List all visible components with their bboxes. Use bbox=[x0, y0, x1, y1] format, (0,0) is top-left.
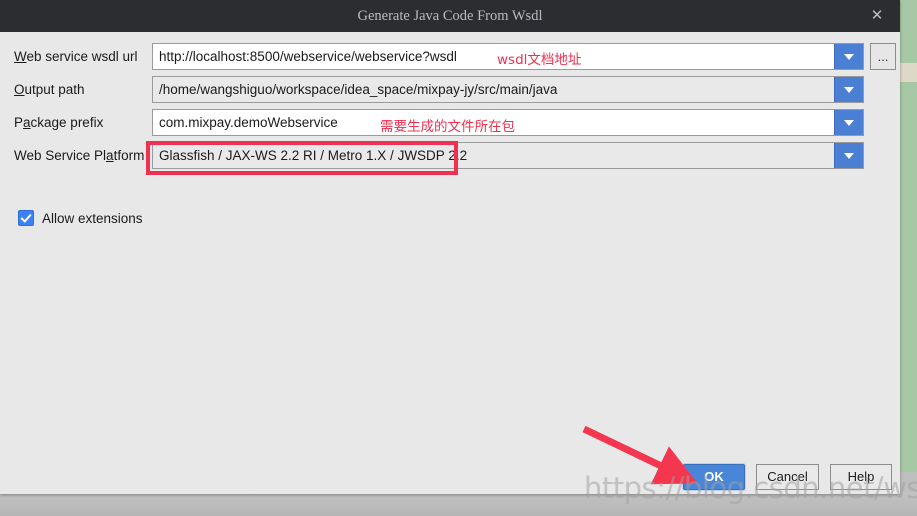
label-package-prefix-pre: P bbox=[14, 115, 24, 130]
checkbox-allow-extensions-label: Allow extensions bbox=[42, 210, 143, 226]
chevron-down-icon-package-prefix[interactable] bbox=[834, 110, 863, 135]
label-wsdl-url: Web service wsdl url bbox=[14, 43, 138, 70]
label-web-service-platform: Web Service Platform bbox=[14, 142, 144, 169]
dialog-title: Generate Java Code From Wsdl bbox=[357, 8, 543, 24]
label-output-path-mnemonic: O bbox=[14, 82, 25, 97]
label-package-prefix: Package prefix bbox=[14, 109, 103, 136]
label-package-prefix-mnemonic: a bbox=[23, 115, 31, 130]
label-wsdl-url-mnemonic: W bbox=[14, 49, 27, 64]
chevron-down-icon-output-path[interactable] bbox=[834, 77, 863, 102]
input-web-service-platform[interactable]: Glassfish / JAX-WS 2.2 RI / Metro 1.X / … bbox=[153, 143, 834, 168]
cancel-button[interactable]: Cancel bbox=[756, 464, 819, 490]
checkmark-icon[interactable] bbox=[18, 210, 34, 226]
input-wsdl-url[interactable]: http://localhost:8500/webservice/webserv… bbox=[153, 44, 834, 69]
label-platform-pre: Web Service Pl bbox=[14, 148, 107, 163]
input-output-path[interactable]: /home/wangshiguo/workspace/idea_space/mi… bbox=[153, 77, 834, 102]
label-output-path-text: utput path bbox=[24, 82, 85, 97]
label-package-prefix-text: ckage prefix bbox=[30, 115, 104, 130]
generate-java-code-dialog: Generate Java Code From Wsdl ✕ Web servi… bbox=[0, 0, 900, 494]
field-row-output-path: Output path /home/wangshiguo/workspace/i… bbox=[0, 76, 900, 103]
label-wsdl-url-text: eb service wsdl url bbox=[26, 49, 138, 64]
close-icon[interactable]: ✕ bbox=[854, 0, 900, 32]
checkbox-allow-extensions[interactable]: Allow extensions bbox=[18, 210, 143, 226]
desktop-beige-segment bbox=[900, 63, 917, 82]
combo-package-prefix[interactable]: com.mixpay.demoWebservice bbox=[152, 109, 864, 136]
desktop-bottom-strip bbox=[0, 492, 917, 516]
combo-wsdl-url[interactable]: http://localhost:8500/webservice/webserv… bbox=[152, 43, 864, 70]
browse-button-wsdl-url[interactable]: ... bbox=[870, 43, 896, 70]
field-row-web-service-platform: Web Service Platform Glassfish / JAX-WS … bbox=[0, 142, 900, 169]
dialog-body: Web service wsdl url http://localhost:85… bbox=[0, 32, 900, 494]
input-package-prefix[interactable]: com.mixpay.demoWebservice bbox=[153, 110, 834, 135]
combo-output-path[interactable]: /home/wangshiguo/workspace/idea_space/mi… bbox=[152, 76, 864, 103]
chevron-down-icon-wsdl-url[interactable] bbox=[834, 44, 863, 69]
label-platform-mnemonic: a bbox=[106, 148, 114, 163]
chevron-down-icon-web-service-platform[interactable] bbox=[834, 143, 863, 168]
field-row-package-prefix: Package prefix com.mixpay.demoWebservice bbox=[0, 109, 900, 136]
label-platform-text: tform bbox=[113, 148, 145, 163]
ok-button[interactable]: OK bbox=[683, 464, 745, 490]
field-row-wsdl-url: Web service wsdl url http://localhost:85… bbox=[0, 43, 900, 70]
combo-web-service-platform[interactable]: Glassfish / JAX-WS 2.2 RI / Metro 1.X / … bbox=[152, 142, 864, 169]
label-output-path: Output path bbox=[14, 76, 85, 103]
dialog-titlebar: Generate Java Code From Wsdl ✕ bbox=[0, 0, 900, 32]
help-button[interactable]: Help bbox=[830, 464, 892, 490]
